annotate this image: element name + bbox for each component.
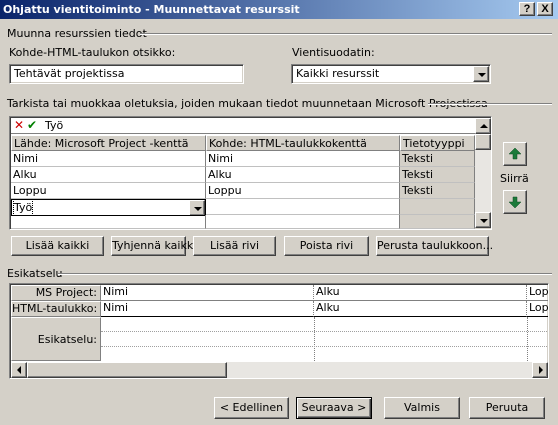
row-source[interactable]: Alku — [11, 167, 206, 183]
clear-all-button[interactable]: Tyhjennä kaikki — [111, 236, 196, 256]
scroll-down-icon[interactable] — [475, 212, 491, 228]
preview-grid[interactable]: MS Project: HTML-taulukko: Esikatselu: N… — [9, 283, 549, 379]
row-source[interactable]: Loppu — [11, 183, 206, 199]
preview-msproject-col: Lop — [527, 285, 548, 301]
mapping-scrollbar[interactable] — [475, 118, 491, 228]
active-row-source-combo[interactable]: Työ — [11, 199, 206, 216]
preview-html-col: Lop — [527, 301, 548, 317]
preview-col-divider — [527, 317, 528, 361]
preview-label-msproject: MS Project: — [11, 285, 101, 301]
insert-row-button[interactable]: Lisää rivi — [193, 236, 276, 256]
help-button[interactable]: ? — [519, 2, 535, 16]
header-dest: Kohde: HTML-taulukkokenttä — [206, 135, 400, 151]
accept-edit-icon[interactable]: ✔ — [27, 118, 37, 133]
scroll-up-icon[interactable] — [475, 118, 491, 134]
edit-bar-value[interactable]: Työ — [45, 118, 63, 133]
title-bar[interactable]: Ohjattu vientitoiminto - Muunnettavat re… — [0, 0, 558, 19]
row-type: Teksti — [400, 151, 475, 167]
edit-bar[interactable]: ✕ ✔ Työ — [11, 118, 475, 134]
row-source-empty[interactable] — [11, 215, 206, 229]
cancel-button[interactable]: Peruuta — [469, 397, 545, 419]
row-dest[interactable]: Nimi — [206, 151, 400, 167]
move-up-button[interactable] — [503, 142, 527, 166]
preview-label-preview: Esikatselu: — [11, 317, 101, 361]
dest-table-input[interactable]: Tehtävät projektissa — [9, 64, 244, 84]
preview-html-col: Nimi — [101, 301, 314, 317]
scroll-left-icon[interactable] — [11, 362, 27, 378]
mapping-grid[interactable]: ✕ ✔ Työ Lähde: Microsoft Project -kenttä… — [9, 116, 492, 230]
mapping-divider — [428, 103, 552, 105]
export-filter-value: Kaikki resurssit — [296, 67, 380, 80]
header-type: Tietotyyppi — [400, 135, 475, 151]
active-row-value: Työ — [12, 200, 34, 215]
cancel-edit-icon[interactable]: ✕ — [14, 118, 24, 133]
header-source: Lähde: Microsoft Project -kenttä — [11, 135, 206, 151]
preview-row-line — [101, 346, 548, 347]
active-row-dropdown-icon[interactable] — [189, 200, 205, 215]
arrow-down-icon — [508, 196, 522, 209]
preview-html-col: Alku — [314, 301, 527, 317]
add-all-button[interactable]: Lisää kaikki — [11, 236, 104, 256]
export-filter-select[interactable]: Kaikki resurssit — [291, 64, 491, 84]
row-dest[interactable]: Alku — [206, 167, 400, 183]
next-button[interactable]: Seuraava > — [296, 397, 372, 419]
base-on-table-button[interactable]: Perusta taulukkoon... — [376, 236, 493, 256]
move-label: Siirrä — [500, 172, 529, 185]
export-filter-dropdown-icon[interactable] — [473, 66, 489, 82]
row-dest[interactable]: Loppu — [206, 183, 400, 199]
row-dest-empty[interactable] — [206, 215, 400, 229]
preview-scroll-thumb[interactable] — [27, 362, 227, 378]
scroll-right-icon[interactable] — [532, 362, 548, 378]
preview-title: Esikatselu — [7, 267, 63, 280]
preview-label-html: HTML-taulukko: — [11, 301, 101, 317]
preview-scrollbar[interactable] — [11, 362, 548, 378]
move-down-button[interactable] — [503, 190, 527, 214]
row-type: Teksti — [400, 183, 475, 199]
row-type: Teksti — [400, 167, 475, 183]
delete-row-button[interactable]: Poista rivi — [284, 236, 369, 256]
finish-button[interactable]: Valmis — [384, 397, 460, 419]
section-title: Muunna resurssien tiedot — [7, 27, 147, 40]
preview-col-divider — [314, 317, 315, 361]
mapping-instructions: Tarkista tai muokkaa oletuksia, joiden m… — [7, 97, 488, 110]
row-type-empty — [400, 215, 475, 229]
preview-row-line — [101, 331, 548, 332]
export-filter-label: Vientisuodatin: — [292, 46, 375, 59]
close-button[interactable]: X — [537, 2, 553, 16]
scroll-thumb[interactable] — [475, 134, 491, 150]
row-source[interactable]: Nimi — [11, 151, 206, 167]
window-title: Ohjattu vientitoiminto - Muunnettavat re… — [3, 3, 300, 16]
dest-table-label: Kohde-HTML-taulukon otsikko: — [9, 46, 176, 59]
row-dest-empty[interactable] — [206, 199, 400, 215]
back-button[interactable]: < Edellinen — [214, 397, 289, 419]
preview-msproject-col: Nimi — [101, 285, 314, 301]
section-divider — [140, 33, 552, 35]
arrow-up-icon — [508, 147, 522, 160]
row-type-empty — [400, 199, 475, 215]
preview-divider — [58, 273, 552, 275]
preview-msproject-col: Alku — [314, 285, 527, 301]
